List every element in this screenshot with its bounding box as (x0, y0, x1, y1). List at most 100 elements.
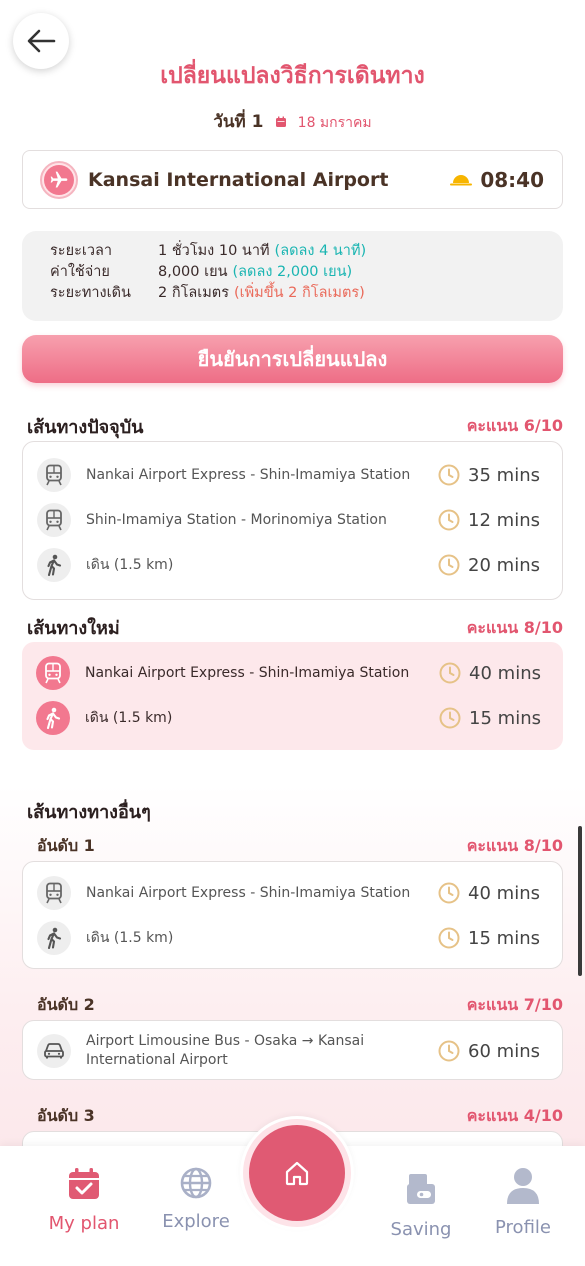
route-step-duration: 35 mins (434, 462, 544, 488)
nav-home-button[interactable] (240, 1116, 354, 1230)
day-label: วันที่ 1 (213, 112, 264, 132)
nav-profile[interactable]: Profile (484, 1166, 562, 1238)
clock-icon (438, 509, 460, 531)
train-icon (37, 503, 71, 537)
clock-icon (439, 662, 461, 684)
globe-icon (180, 1167, 212, 1199)
rank-2-card[interactable]: Airport Limousine Bus - Osaka → Kansai I… (22, 1020, 563, 1080)
route-step-duration: 12 mins (434, 507, 544, 533)
route-step-text: Nankai Airport Express - Shin-Imamiya St… (86, 885, 411, 901)
rank-1-score: คะแนน 8/10 (466, 836, 563, 855)
confirm-change-button[interactable]: ยืนยันการเปลี่ยนแปลง (22, 335, 563, 383)
date-label: 18 มกราคม (297, 115, 372, 131)
route-step-text: เดิน (1.5 km) (86, 557, 174, 573)
nav-label: My plan (48, 1213, 120, 1234)
summary-cost: ค่าใช้จ่าย 8,000 เยน (ลดลง 2,000 เยน) (50, 262, 563, 283)
route-step: Nankai Airport Express - Shin-Imamiya St… (22, 653, 563, 693)
nav-label: Profile (495, 1217, 551, 1238)
route-step-text: Nankai Airport Express - Shin-Imamiya St… (86, 467, 411, 483)
page-title: เปลี่ยนแปลงวิธีการเดินทาง (160, 63, 425, 89)
summary-delta: (ลดลง 2,000 เยน) (232, 264, 353, 280)
nav-my-plan[interactable]: My plan (44, 1166, 124, 1234)
train-icon (36, 656, 70, 690)
new-route-title: เส้นทางใหม่ (27, 618, 120, 639)
route-step-text: เดิน (1.5 km) (85, 710, 173, 726)
duration-text: 35 mins (468, 464, 540, 486)
current-route-score: คะแนน 6/10 (466, 416, 563, 435)
walk-icon (37, 921, 71, 955)
clock-icon (439, 707, 461, 729)
duration-text: 15 mins (468, 927, 540, 949)
route-step: เดิน (1.5 km) 20 mins (23, 545, 562, 585)
clock-icon (438, 927, 460, 949)
train-icon (37, 458, 71, 492)
route-step: Nankai Airport Express - Shin-Imamiya St… (23, 455, 562, 495)
calendar-icon (275, 113, 287, 132)
clock-icon (438, 1040, 460, 1062)
home-icon (285, 1161, 309, 1186)
duration-text: 20 mins (468, 554, 540, 576)
home-circle (249, 1125, 345, 1221)
route-step: Shin-Imamiya Station - Morinomiya Statio… (23, 500, 562, 540)
summary-value: 8,000 เยน (158, 264, 228, 280)
origin-time: 08:40 (480, 167, 544, 192)
route-step: Nankai Airport Express - Shin-Imamiya St… (23, 873, 562, 913)
day-date-line: วันที่ 1 18 มกราคม (0, 108, 585, 135)
user-icon (507, 1168, 539, 1204)
clock-icon (438, 882, 460, 904)
calendar-check-icon (69, 1168, 99, 1199)
duration-text: 40 mins (469, 662, 541, 684)
car-icon (37, 1034, 71, 1068)
wallet-icon (407, 1174, 435, 1204)
summary-label: ระยะทางเดิน (50, 285, 131, 301)
origin-name: Kansai International Airport (88, 168, 389, 191)
nav-explore[interactable]: Explore (156, 1166, 236, 1232)
summary-duration: ระยะเวลา 1 ชั่วโมง 10 นาที (ลดลง 4 นาที) (50, 241, 563, 262)
duration-text: 60 mins (468, 1040, 540, 1062)
rank-2-title: อันดับ 2 (37, 995, 95, 1014)
summary-value: 2 กิโลเมตร (158, 285, 230, 301)
origin-card: Kansai International Airport 08:40 (22, 150, 563, 209)
duration-text: 40 mins (468, 882, 540, 904)
scrollbar[interactable] (578, 826, 582, 976)
rank-3-score: คะแนน 4/10 (466, 1106, 563, 1125)
summary-label: ค่าใช้จ่าย (50, 264, 110, 280)
current-route-card[interactable]: Nankai Airport Express - Shin-Imamiya St… (22, 441, 563, 600)
clock-icon (438, 554, 460, 576)
route-step-duration: 40 mins (435, 660, 545, 686)
current-route-title: เส้นทางปัจจุบัน (27, 417, 144, 438)
new-route-card[interactable]: Nankai Airport Express - Shin-Imamiya St… (22, 642, 563, 750)
route-step: เดิน (1.5 km) 15 mins (23, 918, 562, 958)
route-step-duration: 15 mins (435, 705, 545, 731)
rank-3-title: อันดับ 3 (37, 1106, 95, 1125)
route-step-text: Nankai Airport Express - Shin-Imamiya St… (85, 665, 410, 681)
route-step-text: Airport Limousine Bus - Osaka → Kansai I… (86, 1033, 365, 1068)
duration-text: 12 mins (468, 509, 540, 531)
arrow-left-icon (27, 29, 56, 53)
change-summary: ระยะเวลา 1 ชั่วโมง 10 นาที (ลดลง 4 นาที)… (22, 231, 563, 321)
summary-walk: ระยะทางเดิน 2 กิโลเมตร (เพิ่มขึ้น 2 กิโล… (50, 283, 563, 304)
home-ring (243, 1119, 351, 1227)
route-step-duration: 20 mins (434, 552, 544, 578)
route-step-text: Shin-Imamiya Station - Morinomiya Statio… (86, 512, 387, 528)
route-step-duration: 60 mins (434, 1038, 544, 1064)
route-step-duration: 15 mins (434, 925, 544, 951)
route-step-duration: 40 mins (434, 880, 544, 906)
summary-delta: (ลดลง 4 นาที) (274, 243, 367, 259)
airplane-icon (40, 160, 78, 199)
rank-1-title: อันดับ 1 (37, 836, 95, 855)
walk-icon (36, 701, 70, 735)
clock-icon (438, 464, 460, 486)
nav-saving[interactable]: Saving (382, 1172, 460, 1240)
other-routes-title: เส้นทางทางอื่นๆ (27, 802, 151, 823)
sun-icon (450, 170, 473, 190)
new-route-score: คะแนน 8/10 (466, 618, 563, 637)
route-step: เดิน (1.5 km) 15 mins (22, 698, 563, 738)
duration-text: 15 mins (469, 707, 541, 729)
route-step-text: เดิน (1.5 km) (86, 930, 174, 946)
route-step: Airport Limousine Bus - Osaka → Kansai I… (23, 1031, 562, 1071)
summary-delta: (เพิ่มขึ้น 2 กิโลเมตร) (234, 285, 365, 301)
train-icon (37, 876, 71, 910)
rank-1-card[interactable]: Nankai Airport Express - Shin-Imamiya St… (22, 861, 563, 969)
summary-value: 1 ชั่วโมง 10 นาที (158, 243, 270, 259)
